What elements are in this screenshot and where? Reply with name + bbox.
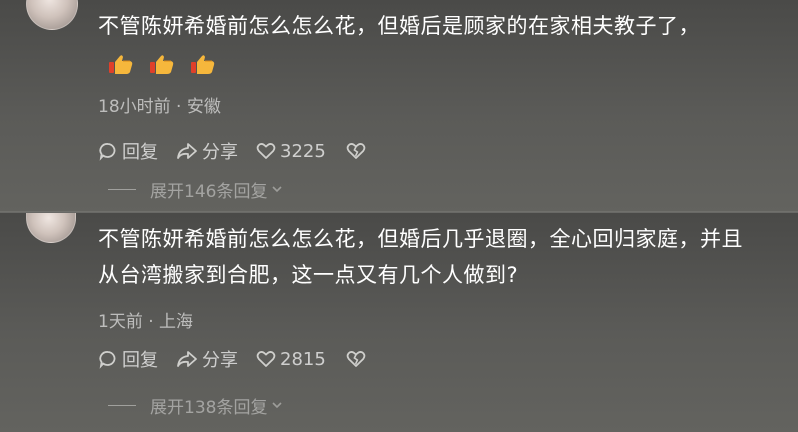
- comment-location: 上海: [159, 312, 194, 332]
- share-label: 分享: [202, 142, 238, 163]
- comment-text: 不管陈妍希婚前怎么怎么花，但婚后是顾家的在家相夫教子了，: [98, 8, 758, 81]
- expand-replies-label: 展开146条回复: [150, 181, 268, 202]
- broken-heart-icon: [346, 143, 366, 159]
- comment-item: 不管陈妍希婚前怎么怎么花，但婚后是顾家的在家相夫教子了， 18小时前 · 安徽: [0, 0, 798, 213]
- reply-bubble-icon: [99, 351, 116, 369]
- reply-bubble-icon: [99, 143, 116, 161]
- comment-body: 不管陈妍希婚前怎么怎么花，但婚后是顾家的在家相夫教子了，: [98, 14, 700, 38]
- meta-separator: ·: [176, 97, 182, 117]
- comment-time: 1天前: [98, 312, 143, 332]
- heart-icon: [256, 143, 276, 159]
- meta-separator: ·: [148, 312, 154, 332]
- share-button[interactable]: 分享: [176, 346, 238, 372]
- share-arrow-icon: [177, 351, 197, 367]
- comment-actions: 回复 分享 2815: [98, 345, 388, 373]
- comment-meta: 1天前 · 上海: [98, 307, 193, 332]
- chevron-down-icon: [272, 402, 283, 409]
- emoji-group: [108, 45, 224, 81]
- broken-heart-icon: [346, 351, 366, 367]
- comment-location: 安徽: [186, 97, 221, 117]
- share-arrow-icon: [177, 143, 197, 159]
- like-count: 2815: [280, 348, 326, 370]
- share-button[interactable]: 分享: [176, 138, 238, 164]
- expand-replies-button[interactable]: 展开146条回复: [108, 177, 283, 202]
- thumbs-up-emoji: [150, 55, 174, 74]
- reply-label: 回复: [122, 350, 158, 371]
- like-button[interactable]: 2815: [256, 349, 326, 370]
- thumbs-up-emoji: [191, 55, 215, 74]
- comment-item: 不管陈妍希婚前怎么怎么花，但婚后几乎退圈，全心回归家庭，并且从台湾搬家到合肥，这…: [0, 213, 798, 432]
- expand-replies-label: 展开138条回复: [150, 397, 268, 418]
- reply-button[interactable]: 回复: [98, 138, 158, 164]
- reply-button[interactable]: 回复: [98, 346, 158, 372]
- avatar[interactable]: [26, 0, 78, 30]
- comment-meta: 18小时前 · 安徽: [98, 92, 221, 117]
- thumbs-up-emoji: [109, 55, 133, 74]
- comment-actions: 回复 分享 3225: [98, 137, 388, 165]
- avatar[interactable]: [26, 213, 76, 243]
- comment-body: 不管陈妍希婚前怎么怎么花，但婚后几乎退圈，全心回归家庭，并且从台湾搬家到合肥，这…: [98, 227, 743, 287]
- expand-replies-button[interactable]: 展开138条回复: [108, 393, 283, 418]
- like-count: 3225: [280, 140, 326, 162]
- chevron-down-icon: [272, 186, 283, 193]
- divider-line: [108, 404, 136, 406]
- dislike-button[interactable]: [346, 350, 370, 368]
- comment-text: 不管陈妍希婚前怎么怎么花，但婚后几乎退圈，全心回归家庭，并且从台湾搬家到合肥，这…: [98, 221, 758, 293]
- comment-time: 18小时前: [98, 97, 171, 117]
- divider-line: [108, 188, 136, 190]
- heart-icon: [256, 351, 276, 367]
- reply-label: 回复: [122, 142, 158, 163]
- like-button[interactable]: 3225: [256, 141, 326, 162]
- share-label: 分享: [202, 350, 238, 371]
- dislike-button[interactable]: [346, 142, 370, 160]
